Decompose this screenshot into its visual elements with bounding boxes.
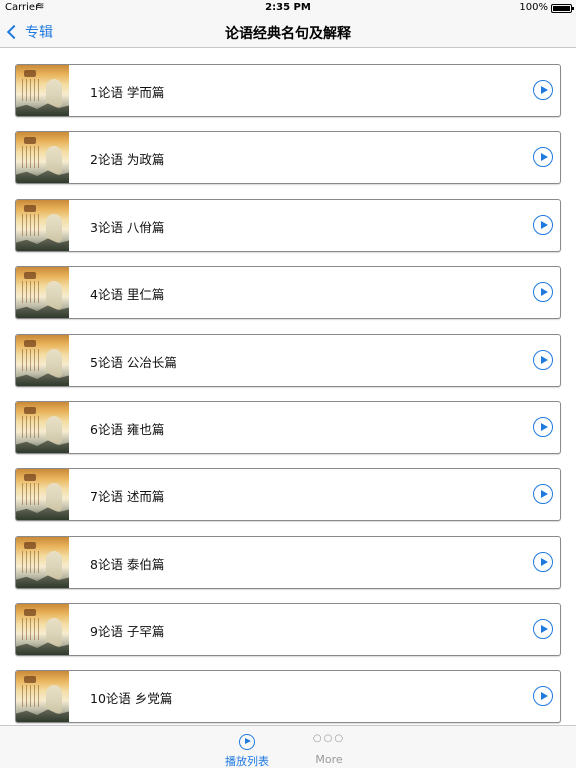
list-item[interactable]: 8论语 泰伯篇 (15, 536, 561, 589)
list-item-label: 3论语 八佾篇 (90, 220, 165, 235)
confucius-thumbnail (16, 335, 69, 386)
play-icon[interactable] (533, 80, 553, 100)
status-bar: Carrier ≋ 2:35 PM 100% (0, 0, 576, 16)
confucius-thumbnail (16, 267, 69, 318)
play-icon[interactable] (533, 686, 553, 706)
list-item[interactable]: 10论语 乡党篇 (15, 670, 561, 723)
status-time: 2:35 PM (265, 2, 311, 13)
list-item-label: 1论语 学而篇 (90, 85, 165, 100)
play-icon[interactable] (533, 215, 553, 235)
play-icon[interactable] (533, 619, 553, 639)
confucius-thumbnail (16, 469, 69, 520)
tab-more-label: More (315, 753, 343, 766)
list-item-label: 2论语 为政篇 (90, 152, 165, 167)
episode-list: 1论语 学而篇 2论语 为政篇 3论语 八佾篇 4论语 里仁篇 5论语 公冶长篇… (0, 49, 576, 725)
tab-bar: 播放列表 ○○○ More (0, 725, 576, 768)
confucius-thumbnail (16, 132, 69, 183)
list-item-label: 10论语 乡党篇 (90, 691, 173, 706)
list-item[interactable]: 2论语 为政篇 (15, 131, 561, 184)
list-item[interactable]: 5论语 公冶长篇 (15, 334, 561, 387)
list-item-label: 4论语 里仁篇 (90, 287, 165, 302)
tab-playlist[interactable]: 播放列表 (212, 730, 282, 768)
list-item[interactable]: 3论语 八佾篇 (15, 199, 561, 252)
list-item[interactable]: 1论语 学而篇 (15, 64, 561, 117)
list-item[interactable]: 9论语 子罕篇 (15, 603, 561, 656)
play-icon[interactable] (533, 417, 553, 437)
more-dots-icon: ○○○ (312, 733, 346, 744)
list-item[interactable]: 7论语 述而篇 (15, 468, 561, 521)
list-item-label: 8论语 泰伯篇 (90, 557, 165, 572)
play-icon[interactable] (533, 147, 553, 167)
list-item[interactable]: 6论语 雍也篇 (15, 401, 561, 454)
list-item-label: 9论语 子罕篇 (90, 624, 165, 639)
play-circle-icon (239, 734, 255, 750)
confucius-thumbnail (16, 671, 69, 722)
list-item-label: 7论语 述而篇 (90, 489, 165, 504)
list-item-label: 6论语 雍也篇 (90, 422, 165, 437)
play-icon[interactable] (533, 350, 553, 370)
battery-icon (551, 4, 574, 13)
battery-percent: 100% (519, 2, 548, 13)
list-item-label: 5论语 公冶长篇 (90, 355, 177, 370)
navigation-bar: 专辑 论语经典名句及解释 (0, 16, 576, 48)
list-item[interactable]: 4论语 里仁篇 (15, 266, 561, 319)
confucius-thumbnail (16, 537, 69, 588)
play-icon[interactable] (533, 552, 553, 572)
play-icon[interactable] (533, 484, 553, 504)
confucius-thumbnail (16, 402, 69, 453)
tab-more[interactable]: ○○○ More (294, 730, 364, 768)
confucius-thumbnail (16, 65, 69, 116)
tab-playlist-label: 播放列表 (225, 755, 269, 768)
confucius-thumbnail (16, 604, 69, 655)
play-icon[interactable] (533, 282, 553, 302)
confucius-thumbnail (16, 200, 69, 251)
page-title: 论语经典名句及解释 (225, 26, 351, 42)
